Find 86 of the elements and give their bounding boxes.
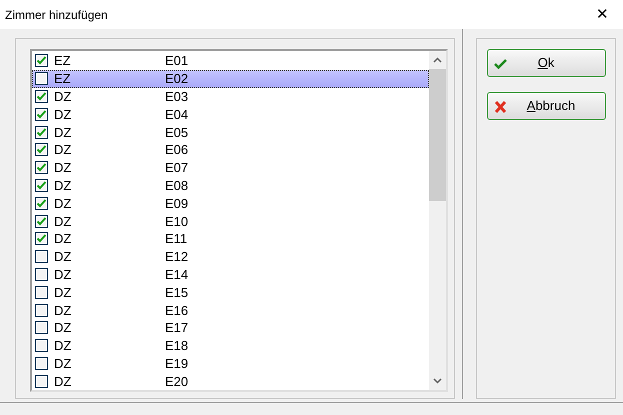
- checkbox[interactable]: [35, 250, 48, 264]
- room-number: E03: [165, 90, 188, 103]
- room-row[interactable]: DZ E16: [32, 301, 429, 319]
- room-row[interactable]: EZ E01: [32, 52, 429, 70]
- room-type: EZ: [54, 54, 72, 68]
- room-number: E07: [165, 161, 188, 174]
- room-number: E12: [165, 250, 188, 264]
- room-number: E17: [165, 321, 188, 334]
- room-number: E16: [165, 304, 188, 317]
- checkbox[interactable]: [35, 54, 48, 68]
- room-type: DZ: [54, 214, 72, 228]
- room-type: DZ: [54, 250, 72, 264]
- room-row[interactable]: DZ E03: [32, 88, 429, 106]
- room-number: E20: [165, 374, 188, 388]
- room-number: E06: [165, 143, 188, 156]
- checkbox[interactable]: [35, 143, 48, 156]
- close-button[interactable]: ✕: [592, 7, 613, 22]
- room-type: DZ: [54, 178, 72, 192]
- room-row[interactable]: DZ E11: [32, 230, 429, 248]
- checkbox[interactable]: [35, 339, 48, 352]
- room-number: E04: [165, 108, 188, 121]
- room-row[interactable]: EZ E02: [32, 70, 429, 88]
- room-type: DZ: [54, 304, 72, 317]
- checkbox[interactable]: [35, 72, 48, 86]
- room-row[interactable]: DZ E18: [32, 336, 429, 355]
- room-row[interactable]: DZ E04: [32, 105, 429, 124]
- room-number: E02: [165, 72, 188, 86]
- room-row[interactable]: DZ E12: [32, 248, 429, 266]
- room-row[interactable]: DZ E05: [32, 123, 429, 141]
- room-number: E11: [165, 232, 188, 246]
- room-row[interactable]: DZ E14: [32, 266, 429, 284]
- room-number: E14: [165, 268, 188, 281]
- checkbox[interactable]: [35, 196, 48, 210]
- room-number: E19: [165, 356, 188, 370]
- room-row[interactable]: DZ E06: [32, 140, 429, 159]
- cancel-button[interactable]: Abbruch: [486, 92, 606, 120]
- room-row[interactable]: DZ E20: [32, 372, 429, 390]
- room-type: EZ: [54, 72, 72, 86]
- room-row[interactable]: DZ E08: [32, 176, 429, 194]
- room-type: DZ: [54, 90, 72, 103]
- room-row[interactable]: DZ E10: [32, 212, 429, 230]
- checkbox[interactable]: [35, 161, 48, 174]
- checkbox[interactable]: [35, 356, 48, 370]
- room-number: E09: [165, 196, 188, 210]
- checkbox[interactable]: [35, 108, 48, 121]
- room-number: E05: [165, 126, 188, 139]
- room-type: DZ: [54, 161, 72, 174]
- checkbox[interactable]: [35, 268, 48, 281]
- room-type: DZ: [54, 339, 72, 352]
- room-row[interactable]: DZ E17: [32, 318, 429, 337]
- checkbox[interactable]: [35, 286, 48, 299]
- room-number: E15: [165, 286, 188, 299]
- room-type: DZ: [54, 268, 72, 281]
- room-number: E18: [165, 339, 188, 352]
- checkbox[interactable]: [35, 321, 48, 334]
- checkbox[interactable]: [35, 232, 48, 246]
- room-type: DZ: [54, 374, 72, 388]
- checkbox[interactable]: [35, 304, 48, 317]
- scroll-down-icon[interactable]: [433, 378, 442, 384]
- room-row[interactable]: DZ E15: [32, 283, 429, 302]
- scroll-thumb[interactable]: [429, 69, 446, 201]
- cross-icon: [494, 101, 506, 113]
- room-type: DZ: [54, 286, 72, 299]
- checkbox[interactable]: [35, 178, 48, 192]
- room-type: DZ: [54, 321, 72, 334]
- scroll-up-icon[interactable]: [433, 57, 442, 63]
- room-type: DZ: [54, 126, 72, 139]
- room-number: E01: [165, 54, 188, 68]
- checkbox[interactable]: [35, 90, 48, 103]
- checkbox[interactable]: [35, 126, 48, 139]
- room-type: DZ: [54, 143, 72, 156]
- room-type: DZ: [54, 232, 72, 246]
- room-type: DZ: [54, 108, 72, 121]
- room-type: DZ: [54, 356, 72, 370]
- room-number: E08: [165, 178, 188, 192]
- checkmark-icon: [494, 58, 506, 70]
- window-title: Zimmer hinzufügen: [5, 6, 108, 24]
- room-row[interactable]: DZ E19: [32, 354, 429, 372]
- ok-button[interactable]: Ok: [486, 49, 606, 77]
- room-row[interactable]: DZ E09: [32, 194, 429, 212]
- room-type: DZ: [54, 196, 72, 210]
- room-number: E10: [165, 214, 188, 228]
- room-row[interactable]: DZ E07: [32, 158, 429, 177]
- checkbox[interactable]: [35, 214, 48, 228]
- checkbox[interactable]: [35, 374, 48, 388]
- scrollbar[interactable]: [429, 51, 446, 390]
